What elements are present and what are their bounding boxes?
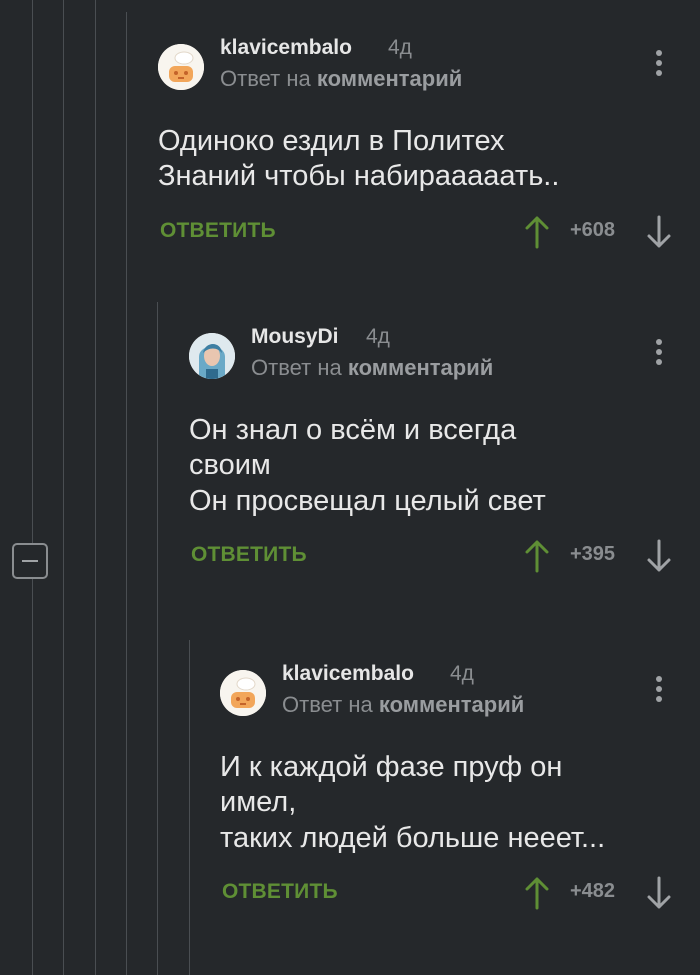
chef-avatar-icon (220, 670, 266, 716)
more-options-icon[interactable] (655, 676, 663, 702)
reply-prefix: Ответ на (282, 692, 373, 717)
comment-text: Одиноко ездил в Политех Знаний чтобы наб… (158, 124, 678, 195)
comment-header: klavicembalo 4д Ответ на комментарий (158, 36, 678, 106)
chef-avatar-icon (158, 44, 204, 90)
comment-text: И к каждой фазе пруф он имел, таких люде… (220, 750, 678, 856)
reply-to: Ответ на комментарий (251, 355, 493, 381)
downvote-arrow-icon[interactable] (646, 215, 672, 249)
comment-text: Он знал о всём и всегда своим Он просвещ… (189, 413, 678, 519)
reply-button[interactable]: ОТВЕТИТЬ (191, 543, 307, 567)
comment-header: klavicembalo 4д Ответ на комментарий (220, 662, 678, 732)
rating: +482 (570, 880, 616, 903)
timestamp: 4д (388, 36, 412, 59)
reply-to: Ответ на комментарий (220, 66, 462, 92)
more-options-icon[interactable] (655, 50, 663, 76)
username[interactable]: klavicembalo (282, 662, 414, 686)
downvote-arrow-icon[interactable] (646, 876, 672, 910)
upvote-arrow-icon[interactable] (524, 215, 550, 249)
comment-line: Он знал о всём и всегда (189, 414, 517, 446)
thread-line (32, 0, 33, 975)
reply-to-link[interactable]: комментарий (317, 66, 462, 91)
upvote-arrow-icon[interactable] (524, 876, 550, 910)
downvote-arrow-icon[interactable] (646, 539, 672, 573)
avatar[interactable] (220, 670, 266, 716)
comment-line: своим (189, 449, 271, 482)
collapse-thread-button[interactable] (12, 543, 48, 579)
comment-line: Он просвещал целый свет (189, 484, 546, 517)
portrait-avatar-icon (189, 333, 235, 379)
comment-actions: ОТВЕТИТЬ +482 (220, 876, 678, 916)
reply-button[interactable]: ОТВЕТИТЬ (222, 880, 338, 904)
timestamp: 4д (366, 325, 390, 348)
comment-header: MousyDi 4д Ответ на комментарий (189, 325, 678, 395)
comment-line: таких людей больше нееет... (220, 821, 606, 854)
comment-line: Знаний чтобы набирааааать.. (158, 160, 560, 193)
comment-line: И к каждой фазе пруф он (220, 751, 563, 783)
comment-actions: ОТВЕТИТЬ +608 (158, 215, 678, 255)
comment: MousyDi 4д Ответ на комментарий Он знал … (189, 325, 678, 579)
thread-line (95, 0, 96, 975)
comment-line: имел, (220, 786, 297, 819)
thread-line (157, 302, 158, 975)
thread-line (189, 640, 190, 975)
avatar[interactable] (158, 44, 204, 90)
reply-to: Ответ на комментарий (282, 692, 524, 718)
timestamp: 4д (450, 662, 474, 685)
reply-to-link[interactable]: комментарий (348, 355, 493, 380)
reply-to-link[interactable]: комментарий (379, 692, 524, 717)
thread-line (126, 12, 127, 975)
comment-line: Одиноко ездил в Политех (158, 125, 505, 157)
username[interactable]: MousyDi (251, 325, 339, 349)
comment-actions: ОТВЕТИТЬ +395 (189, 539, 678, 579)
more-options-icon[interactable] (655, 339, 663, 365)
avatar[interactable] (189, 333, 235, 379)
comment: klavicembalo 4д Ответ на комментарий Оди… (158, 36, 678, 255)
reply-prefix: Ответ на (220, 66, 311, 91)
upvote-arrow-icon[interactable] (524, 539, 550, 573)
rating: +395 (570, 543, 616, 566)
reply-button[interactable]: ОТВЕТИТЬ (160, 219, 276, 243)
username[interactable]: klavicembalo (220, 36, 352, 60)
minus-icon (22, 560, 38, 562)
rating: +608 (570, 218, 616, 241)
thread-line (63, 0, 64, 975)
reply-prefix: Ответ на (251, 355, 342, 380)
comment: klavicembalo 4д Ответ на комментарий И к… (220, 662, 678, 916)
